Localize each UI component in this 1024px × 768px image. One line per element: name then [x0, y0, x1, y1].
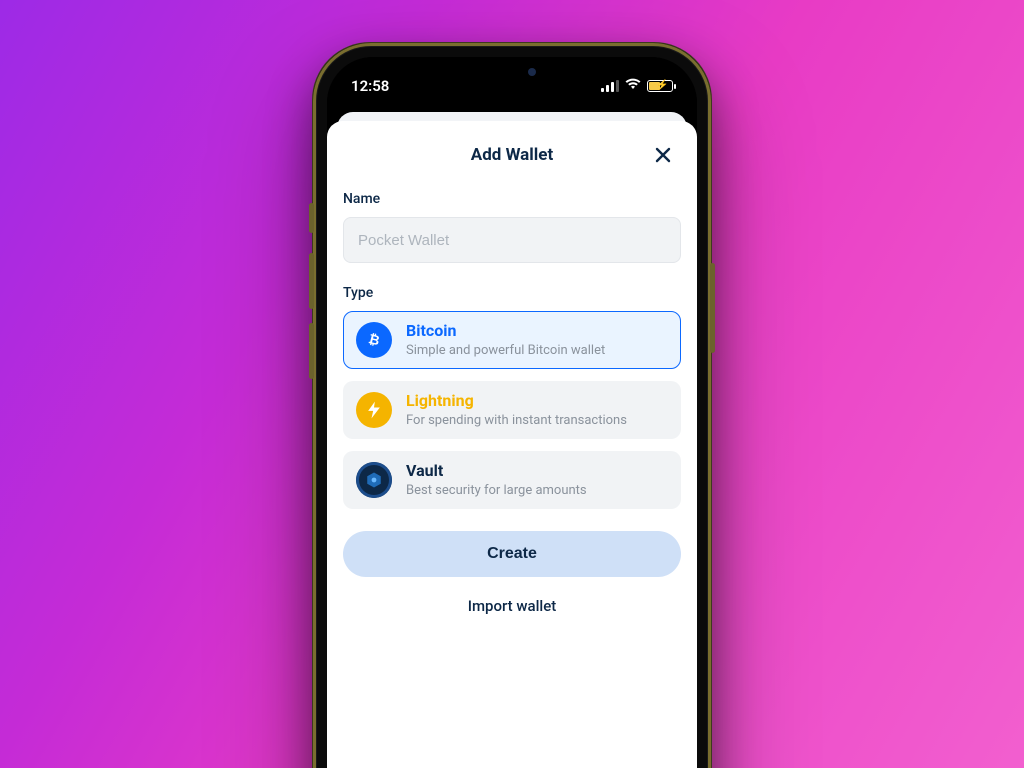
- camera-dot: [528, 68, 536, 76]
- wallet-type-title: Lightning: [406, 392, 627, 410]
- wallet-type-texts: Bitcoin Simple and powerful Bitcoin wall…: [406, 322, 605, 357]
- name-label: Name: [343, 191, 681, 207]
- wifi-icon: [625, 78, 641, 94]
- cellular-icon: [601, 80, 619, 92]
- modal-title: Add Wallet: [471, 145, 553, 165]
- phone-mockup: 12:58 ⚡ Add Wallet Name: [312, 42, 712, 768]
- create-button[interactable]: Create: [343, 531, 681, 577]
- wallet-type-texts: Lightning For spending with instant tran…: [406, 392, 627, 427]
- close-button[interactable]: [649, 141, 677, 169]
- phone-notch: [427, 57, 597, 87]
- app-stage: 12:58 ⚡ Add Wallet Name: [0, 0, 1024, 768]
- status-indicators: ⚡: [601, 78, 673, 94]
- status-time: 12:58: [351, 77, 389, 95]
- wallet-type-title: Bitcoin: [406, 322, 605, 340]
- phone-power-button: [710, 263, 715, 353]
- bitcoin-icon: ₿: [356, 322, 392, 358]
- vault-icon: [356, 462, 392, 498]
- type-label: Type: [343, 285, 681, 301]
- type-section: Type ₿ Bitcoin Simple and powerful Bitco…: [343, 285, 681, 509]
- phone-volume-down: [309, 323, 314, 379]
- phone-screen: 12:58 ⚡ Add Wallet Name: [327, 57, 697, 768]
- wallet-type-desc: Best security for large amounts: [406, 483, 587, 498]
- import-wallet-link[interactable]: Import wallet: [343, 597, 681, 615]
- wallet-type-bitcoin[interactable]: ₿ Bitcoin Simple and powerful Bitcoin wa…: [343, 311, 681, 369]
- wallet-type-lightning[interactable]: Lightning For spending with instant tran…: [343, 381, 681, 439]
- wallet-type-texts: Vault Best security for large amounts: [406, 462, 587, 497]
- wallet-type-title: Vault: [406, 462, 587, 480]
- phone-side-switch: [309, 203, 314, 233]
- add-wallet-modal: Add Wallet Name Type ₿ Bitco: [327, 121, 697, 768]
- wallet-type-vault[interactable]: Vault Best security for large amounts: [343, 451, 681, 509]
- wallet-name-input[interactable]: [343, 217, 681, 263]
- lightning-icon: [356, 392, 392, 428]
- svg-text:₿: ₿: [367, 332, 381, 349]
- phone-volume-up: [309, 253, 314, 309]
- wallet-type-desc: For spending with instant transactions: [406, 413, 627, 428]
- battery-icon: ⚡: [647, 80, 673, 92]
- modal-header: Add Wallet: [343, 137, 681, 173]
- wallet-type-desc: Simple and powerful Bitcoin wallet: [406, 343, 605, 358]
- close-icon: [654, 146, 672, 164]
